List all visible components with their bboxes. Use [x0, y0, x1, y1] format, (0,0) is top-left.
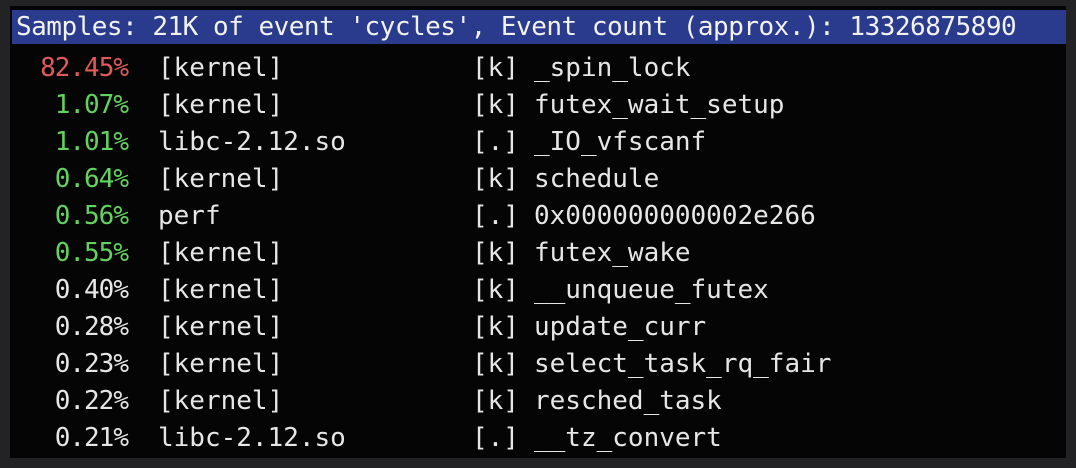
- list-item[interactable]: 0.56% perf [.] 0x000000000002e266: [10, 198, 1066, 235]
- list-item[interactable]: 0.22% [kernel] [k] resched_task: [10, 383, 1066, 420]
- shared-object: libc-2.12.so: [158, 423, 346, 453]
- shared-object: perf: [158, 201, 221, 231]
- privilege-level: [k]: [472, 53, 519, 83]
- shared-object: [kernel]: [158, 164, 284, 194]
- privilege-level: [k]: [472, 312, 519, 342]
- overhead-value: 1.07%: [54, 90, 129, 120]
- privilege-level: [.]: [472, 127, 519, 157]
- symbol-name: select_task_rq_fair: [534, 349, 832, 379]
- perf-report-header: Samples: 21K of event 'cycles', Event co…: [12, 10, 1066, 44]
- privilege-level: [.]: [472, 423, 519, 453]
- list-item[interactable]: 0.40% [kernel] [k] __unqueue_futex: [10, 272, 1066, 309]
- shared-object: [kernel]: [158, 90, 284, 120]
- symbol-name: 0x000000000002e266: [534, 201, 816, 231]
- list-item[interactable]: 0.23% [kernel] [k] select_task_rq_fair: [10, 346, 1066, 383]
- privilege-level: [k]: [472, 349, 519, 379]
- overhead-value: 0.64%: [54, 164, 129, 194]
- list-item[interactable]: 0.55% [kernel] [k] futex_wake: [10, 235, 1066, 272]
- symbol-name: __unqueue_futex: [534, 275, 769, 305]
- symbol-name: _IO_vfscanf: [534, 127, 707, 157]
- overhead-value: 0.23%: [54, 349, 129, 379]
- list-item[interactable]: 82.45% [kernel] [k] _spin_lock: [10, 50, 1066, 87]
- symbol-name: futex_wait_setup: [534, 90, 785, 120]
- overhead-value: 1.01%: [54, 127, 129, 157]
- overhead-value: 0.28%: [54, 312, 129, 342]
- perf-report-list: 82.45% [kernel] [k] _spin_lock 1.07% [ke…: [10, 50, 1066, 457]
- shared-object: [kernel]: [158, 386, 284, 416]
- overhead-value: 0.55%: [54, 238, 129, 268]
- symbol-name: _spin_lock: [534, 53, 691, 83]
- overhead-value: 0.56%: [54, 201, 129, 231]
- overhead-value: 0.40%: [54, 275, 129, 305]
- symbol-name: schedule: [534, 164, 660, 194]
- shared-object: libc-2.12.so: [158, 127, 346, 157]
- shared-object: [kernel]: [158, 275, 284, 305]
- privilege-level: [k]: [472, 164, 519, 194]
- privilege-level: [k]: [472, 275, 519, 305]
- overhead-value: 82.45%: [40, 53, 129, 83]
- list-item[interactable]: 1.01% libc-2.12.so [.] _IO_vfscanf: [10, 124, 1066, 161]
- list-item[interactable]: 0.21% libc-2.12.so [.] __tz_convert: [10, 420, 1066, 457]
- privilege-level: [k]: [472, 90, 519, 120]
- shared-object: [kernel]: [158, 312, 284, 342]
- symbol-name: futex_wake: [534, 238, 691, 268]
- terminal-window: Samples: 21K of event 'cycles', Event co…: [10, 6, 1066, 458]
- shared-object: [kernel]: [158, 349, 284, 379]
- shared-object: [kernel]: [158, 238, 284, 268]
- screenshot-frame: Samples: 21K of event 'cycles', Event co…: [0, 0, 1076, 468]
- list-item[interactable]: 0.64% [kernel] [k] schedule: [10, 161, 1066, 198]
- shared-object: [kernel]: [158, 53, 284, 83]
- privilege-level: [k]: [472, 386, 519, 416]
- symbol-name: update_curr: [534, 312, 707, 342]
- overhead-value: 0.21%: [54, 423, 129, 453]
- symbol-name: __tz_convert: [534, 423, 722, 453]
- list-item[interactable]: 0.28% [kernel] [k] update_curr: [10, 309, 1066, 346]
- overhead-value: 0.22%: [54, 386, 129, 416]
- list-item[interactable]: 1.07% [kernel] [k] futex_wait_setup: [10, 87, 1066, 124]
- symbol-name: resched_task: [534, 386, 722, 416]
- privilege-level: [k]: [472, 238, 519, 268]
- privilege-level: [.]: [472, 201, 519, 231]
